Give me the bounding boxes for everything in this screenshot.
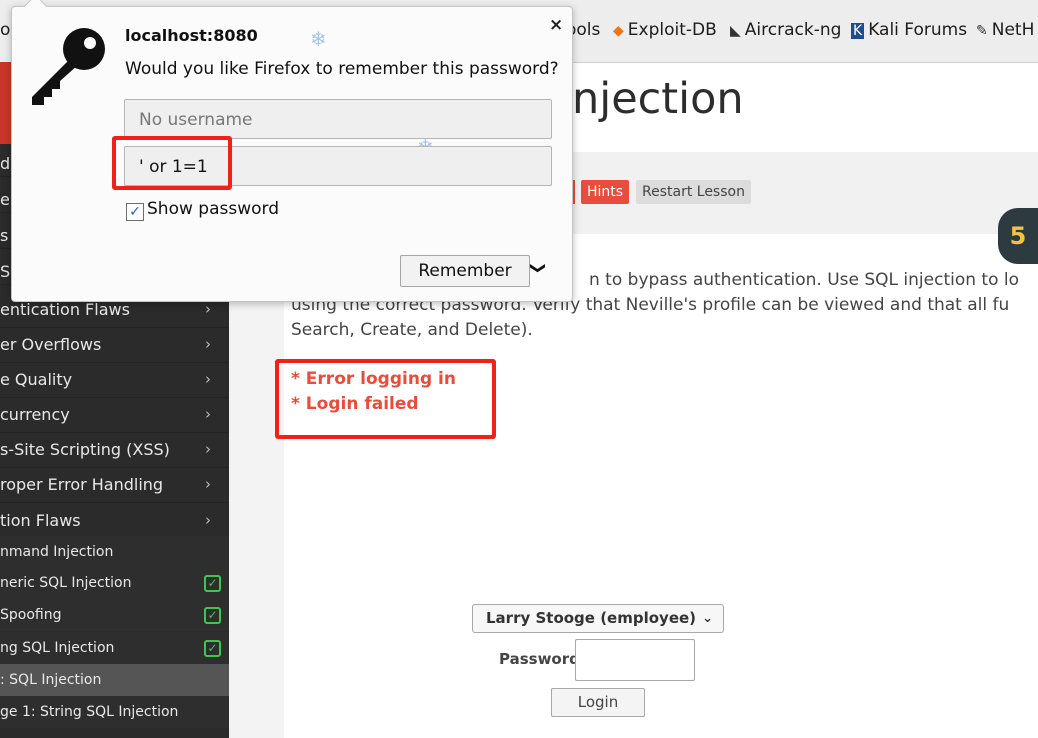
sidebar-lesson-log-spoofing[interactable]: Spoofing ✓ [0,599,229,631]
chevron-right-icon: › [205,370,211,388]
chevron-right-icon: › [205,440,211,458]
sidebar-category-error-handling[interactable]: roper Error Handling › [0,467,229,503]
chevron-right-icon: › [205,511,211,529]
chevron-right-icon: › [205,335,211,353]
bookmark-nethunter[interactable]: ✎ NetH [976,20,1034,40]
employee-select[interactable]: Larry Stooge (employee) ⌄ [472,604,724,633]
sidebar-category-injection-flaws[interactable]: tion Flaws › [0,503,229,539]
sidebar-item-label: ng SQL Injection [0,640,115,656]
sidebar-item-label: e Quality [0,370,73,389]
sidebar-lesson-stage1[interactable]: ge 1: String SQL Injection [0,696,229,728]
sidebar-category-xss[interactable]: s-Site Scripting (XSS) › [0,432,229,468]
sidebar-item-label: entication Flaws [0,300,130,319]
aircrack-icon: ◣ [730,23,741,39]
chevron-right-icon: › [205,475,211,493]
sidebar-lesson-lab-sql-injection[interactable]: : SQL Injection [0,664,229,696]
check-icon: ✓ [204,575,221,592]
password-label: Password [499,650,580,668]
page-title: njection [572,74,744,124]
close-icon[interactable]: × [549,15,563,35]
show-password-label: Show password [147,199,279,219]
bookmark-kali-forums[interactable]: K Kali Forums [851,20,967,40]
sidebar-category-buffer-overflows[interactable]: er Overflows › [0,327,229,363]
password-input[interactable] [575,639,695,681]
chevron-right-icon: › [205,405,211,423]
sidebar-item-label: : SQL Injection [0,672,102,688]
save-password-popup: ❄ ❄ × localhost:8080 Would you like Fire… [11,0,573,302]
username-field[interactable]: No username [124,99,552,139]
chevron-down-icon: ⌄ [702,611,713,626]
sidebar-item-label: S [0,262,11,281]
employee-select-value: Larry Stooge (employee) [486,609,697,627]
login-button[interactable]: Login [551,688,645,717]
sidebar-item-label: roper Error Handling [0,475,164,494]
sidebar-item-label: ge 1: String SQL Injection [0,704,179,720]
sidebar-item-label: neric SQL Injection [0,575,132,591]
hints-button[interactable]: Hints [581,180,630,204]
exploit-db-icon: ◆ [613,23,624,39]
sidebar-category-code-quality[interactable]: e Quality › [0,362,229,398]
highlight-box-errors [275,359,496,439]
check-icon: ✓ [204,640,221,657]
sidebar-lesson-command-injection[interactable]: nmand Injection [0,536,229,568]
sidebar-item-label: currency [0,405,70,424]
nethunter-icon: ✎ [976,23,988,39]
bookmark-aircrack[interactable]: ◣ Aircrack-ng [730,20,841,40]
kali-forums-icon: K [851,23,865,39]
bookmark-exploit-db[interactable]: ◆ Exploit-DB [613,20,717,40]
sidebar-item-label: Spoofing [0,607,62,623]
key-icon [32,28,105,105]
sidebar-category-concurrency[interactable]: currency › [0,397,229,433]
remember-button[interactable]: Remember [400,255,530,287]
sidebar-item-label: s [0,226,9,245]
chevron-down-icon[interactable]: ❯ [529,262,547,275]
popup-host: localhost:8080 [125,26,258,45]
sidebar-item-label: nmand Injection [0,544,114,560]
sidebar-lesson-string-sql[interactable]: ng SQL Injection ✓ [0,632,229,664]
popup-arrow [23,0,48,19]
check-icon: ✓ [204,607,221,624]
sidebar-lesson-numeric-sql[interactable]: neric SQL Injection ✓ [0,567,229,599]
highlight-box-password [112,136,232,190]
checkbox-checked-icon: ✓ [126,203,144,221]
sidebar-item-label: s-Site Scripting (XSS) [0,440,170,459]
sidebar-item-label: er Overflows [0,335,102,354]
popup-question: Would you like Firefox to remember this … [125,59,559,79]
sidebar-item-label: tion Flaws [0,511,81,530]
restart-lesson-button[interactable]: Restart Lesson [636,180,751,204]
score-badge: 5 [998,208,1038,264]
sidebar-item-label: d [0,154,11,173]
show-password-checkbox[interactable]: ✓ Show password [126,199,279,221]
lesson-text-line: Search, Create, and Delete). [291,320,533,340]
snowflake-icon: ❄ [310,27,327,51]
